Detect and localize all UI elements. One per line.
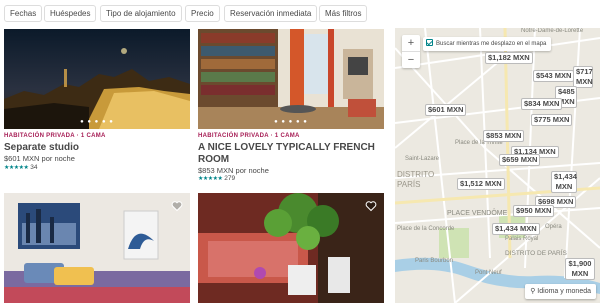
map[interactable]: + − Buscar mientras me desplazo en el ma… bbox=[395, 28, 600, 303]
listing-2-price: $853 MXN por noche bbox=[198, 166, 269, 175]
filter-instant-book-button[interactable]: Reservación inmediata bbox=[224, 5, 318, 22]
price-marker[interactable]: $1,182 MXN bbox=[485, 52, 533, 64]
filter-bar: Fechas Huéspedes Tipo de alojamiento Pre… bbox=[0, 0, 395, 28]
heart-icon[interactable] bbox=[171, 200, 183, 212]
language-currency-button[interactable]: ⚲ Idioma y moneda bbox=[525, 284, 596, 299]
listing-2-title[interactable]: A NICE LOVELY TYPICALLY FRENCH ROOM bbox=[198, 142, 384, 166]
listing-2-rating: ★★★★★ 279 bbox=[198, 175, 235, 182]
zoom-out-button[interactable]: − bbox=[402, 51, 420, 67]
map-label: DISTRITO DE PARÍS bbox=[505, 250, 567, 257]
listing-2-photo[interactable]: ● ● ● ● ● bbox=[198, 29, 384, 129]
checkbox-checked-icon[interactable] bbox=[426, 39, 433, 46]
map-label: Saint-Lazare bbox=[405, 156, 440, 162]
carousel-dots[interactable]: ● ● ● ● ● bbox=[4, 119, 190, 125]
price-marker[interactable]: $1,512 MXN bbox=[457, 178, 505, 190]
price-marker[interactable]: $1,434 MXN bbox=[492, 223, 540, 235]
filter-dates-button[interactable]: Fechas bbox=[4, 5, 43, 22]
listing-2-type: HABITACIÓN PRIVADA · 1 CAMA bbox=[198, 133, 300, 139]
zoom-in-button[interactable]: + bbox=[402, 35, 420, 51]
carousel-dots[interactable]: ● ● ● ● ● bbox=[198, 119, 384, 125]
listing-1-title[interactable]: Separate studio bbox=[4, 142, 190, 154]
map-label: Palais Royal bbox=[505, 236, 539, 242]
rating-stars: ★★★★★ bbox=[198, 176, 223, 182]
language-currency-label: Idioma y moneda bbox=[537, 288, 591, 295]
price-marker[interactable]: $659 MXN bbox=[499, 154, 541, 166]
price-marker[interactable]: $853 MXN bbox=[483, 130, 525, 142]
listing-1-type: HABITACIÓN PRIVADA · 1 CAMA bbox=[4, 133, 106, 139]
map-label: Pont Neuf bbox=[475, 270, 502, 276]
map-label: Paris Bourbon bbox=[415, 258, 454, 264]
price-marker[interactable]: $543 MXN bbox=[533, 70, 575, 82]
filter-guests-button[interactable]: Huéspedes bbox=[44, 5, 97, 22]
listing-1-photo[interactable]: ● ● ● ● ● bbox=[4, 29, 190, 129]
price-marker[interactable]: $1,434 MXN bbox=[551, 171, 577, 193]
map-label: Opéra bbox=[545, 224, 562, 230]
price-marker[interactable]: $834 MXN bbox=[521, 98, 563, 110]
listing-1-price: $601 MXN por noche bbox=[4, 154, 75, 163]
filter-room-type-button[interactable]: Tipo de alojamiento bbox=[100, 5, 182, 22]
price-marker[interactable]: $601 MXN bbox=[425, 104, 467, 116]
search-as-move-toggle[interactable]: Buscar mientras me desplazo en el mapa bbox=[423, 37, 552, 51]
rating-stars: ★★★★★ bbox=[4, 165, 29, 171]
heart-icon[interactable] bbox=[365, 200, 377, 212]
price-marker[interactable]: $1,900 MXN bbox=[565, 258, 595, 280]
map-label: PARÍS bbox=[397, 180, 421, 189]
filter-more-button[interactable]: Más filtros bbox=[319, 5, 368, 22]
listing-4-photo[interactable] bbox=[198, 193, 384, 303]
map-label: Notre-Dame-de-Lorette bbox=[521, 28, 584, 34]
review-count: 34 bbox=[30, 164, 38, 171]
map-label: Place de la Concorde bbox=[397, 226, 455, 232]
zoom-control: + − bbox=[402, 35, 420, 68]
price-marker[interactable]: $717 MXN bbox=[573, 66, 593, 88]
price-marker[interactable]: $950 MXN bbox=[513, 205, 555, 217]
search-as-move-label: Buscar mientras me desplazo en el mapa bbox=[436, 41, 547, 47]
price-marker[interactable]: $775 MXN bbox=[531, 114, 573, 126]
map-label: PLACE VENDÔME bbox=[447, 210, 508, 217]
review-count: 279 bbox=[224, 175, 236, 182]
listing-1-rating: ★★★★★ 34 bbox=[4, 164, 37, 171]
globe-icon: ⚲ bbox=[530, 288, 536, 295]
listing-3-photo[interactable] bbox=[4, 193, 190, 303]
filter-price-button[interactable]: Precio bbox=[185, 5, 220, 22]
map-label: DISTRITO bbox=[397, 170, 435, 179]
